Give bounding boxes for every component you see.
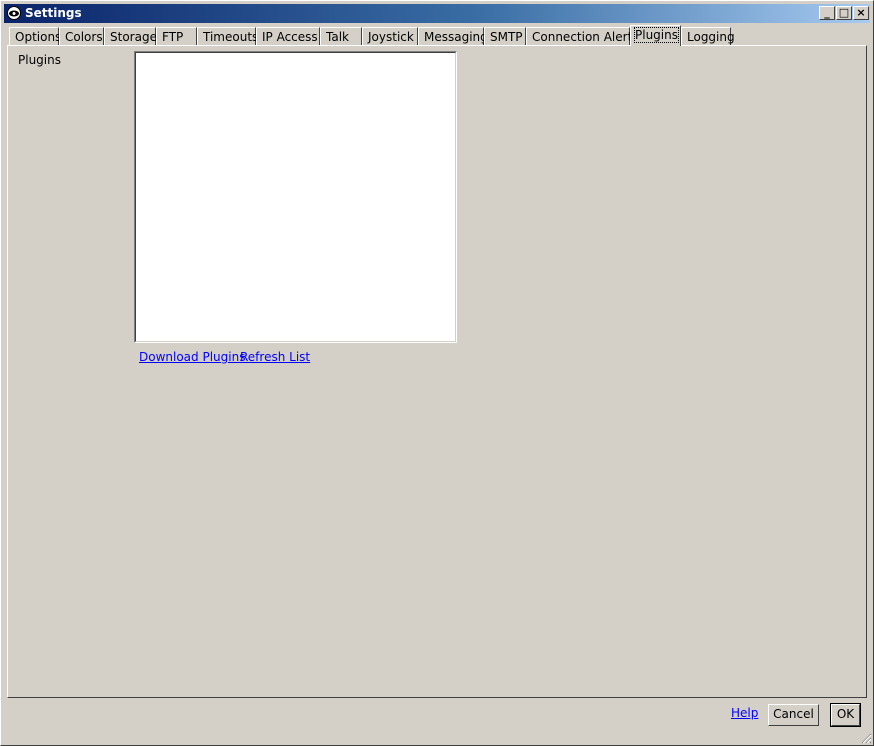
tab-logging[interactable]: Logging bbox=[681, 27, 735, 46]
tab-smtp[interactable]: SMTP bbox=[484, 27, 526, 46]
download-plugins-link[interactable]: Download Plugins bbox=[139, 350, 245, 364]
tab-ip-access[interactable]: IP Access bbox=[256, 27, 320, 46]
tab-colors[interactable]: Colors bbox=[59, 27, 104, 46]
tab-talk[interactable]: Talk bbox=[320, 27, 362, 46]
resize-grip-icon[interactable] bbox=[860, 732, 872, 744]
close-button[interactable]: × bbox=[853, 6, 869, 20]
title-bar[interactable]: Settings _ □ × bbox=[4, 4, 870, 23]
plugins-label: Plugins bbox=[18, 53, 61, 67]
help-link[interactable]: Help bbox=[731, 706, 758, 720]
tab-storage[interactable]: Storage bbox=[104, 27, 157, 46]
cancel-button[interactable]: Cancel bbox=[768, 704, 819, 726]
tab-timeouts[interactable]: Timeouts bbox=[197, 27, 258, 46]
maximize-button[interactable]: □ bbox=[836, 6, 852, 20]
ok-button[interactable]: OK bbox=[830, 703, 861, 727]
refresh-list-link[interactable]: Refresh List bbox=[240, 350, 310, 364]
window-title: Settings bbox=[25, 6, 82, 20]
tab-options[interactable]: Options bbox=[9, 27, 61, 46]
tab-connection-alerts[interactable]: Connection Alerts bbox=[526, 27, 639, 46]
tab-messaging[interactable]: Messaging bbox=[418, 27, 488, 46]
tab-ftp[interactable]: FTP bbox=[156, 27, 197, 46]
minimize-button[interactable]: _ bbox=[819, 6, 835, 20]
tab-plugins[interactable]: Plugins bbox=[630, 25, 681, 46]
app-eye-icon bbox=[7, 6, 21, 20]
tab-joystick[interactable]: Joystick bbox=[362, 27, 418, 46]
plugins-list[interactable] bbox=[134, 51, 457, 343]
